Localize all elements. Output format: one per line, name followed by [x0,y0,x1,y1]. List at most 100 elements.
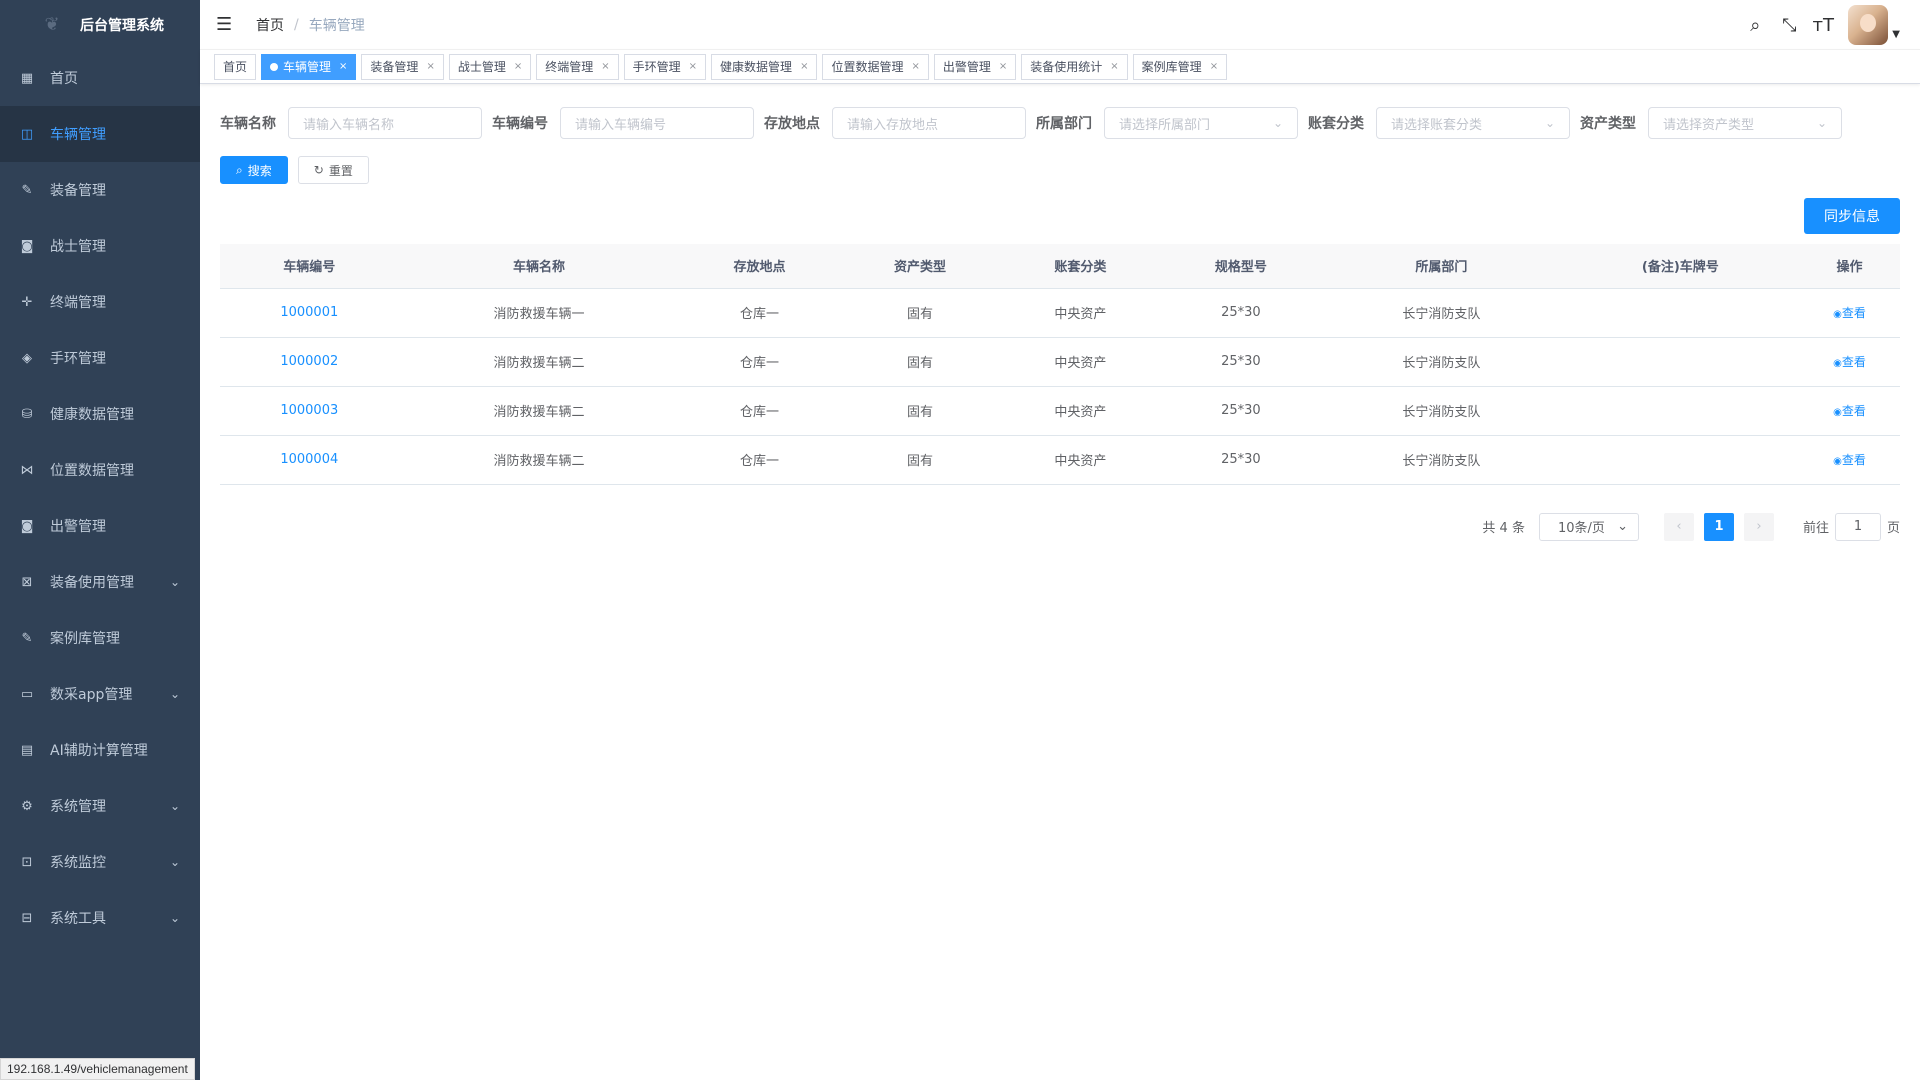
breadcrumb-home[interactable]: 首页 [256,15,284,35]
sidebar-item[interactable]: ⚙ 系统管理 ⌄ [0,778,200,834]
tab-label: 位置数据管理 [831,59,904,74]
sidebar-item[interactable]: ✎ 案例库管理 [0,610,200,666]
page-size-value: 10条/页 [1557,521,1605,536]
sidebar-item-label: 首页 [50,71,78,87]
sidebar-item[interactable]: ◫ 车辆管理 [0,106,200,162]
tab-item[interactable]: 健康数据管理 × [711,53,818,80]
sidebar-item[interactable]: ✎ 装备管理 [0,162,200,218]
sidebar-item[interactable]: ◙ 战士管理 [0,218,200,274]
table-row: 1000003 消防救援车辆二 仓库一 固有 中央资产 25*30 长宁消防支队 ◉查看 [220,386,1900,436]
form-label: 资产类型 [1580,116,1636,132]
navbar: ☰ 首页 / 车辆管理 ⌕ ⤡ ᴛT ▼ [200,0,1920,50]
tab-item[interactable]: 手环管理 × [623,53,707,80]
sidebar-item[interactable]: ▤ AI辅助计算管理 [0,722,200,778]
reset-button[interactable]: ↻ 重置 [297,156,369,184]
form-item: 车辆编号 请输入车辆编号 [492,107,754,139]
select-field[interactable]: 请选择资产类型 ⌄ [1648,107,1842,139]
close-icon[interactable]: × [339,55,347,79]
search-button-label: 搜索 [247,163,272,178]
input-placeholder: 请输入车辆编号 [575,117,667,133]
sidebar-item-label: 数采app管理 [50,687,133,703]
page-number-1[interactable]: 1 [1703,512,1734,541]
vehicle-id-link[interactable]: 1000003 [220,386,399,436]
caret-down-icon[interactable]: ▼ [1892,29,1900,40]
text-input[interactable]: 请输入车辆名称 [288,107,482,139]
view-button[interactable]: ◉查看 [1833,453,1866,467]
tab-item[interactable]: 首页 [214,53,257,80]
sidebar-item[interactable]: ▭ 数采app管理 ⌄ [0,666,200,722]
tab-item[interactable]: 出警管理 × [933,53,1017,80]
table-body: 1000001 消防救援车辆一 仓库一 固有 中央资产 25*30 长宁消防支队 ◉查看 100… [220,288,1900,485]
fullscreen-exit-icon[interactable]: ⤡ [1778,15,1800,36]
sidebar: ❦ 后台管理系统 ▦ 首页 ◫ 车辆管理 ✎ 装备管理 ◙ 战士管理 ✛ 终端管理 ◈ 手环管理 ⛁ 健康… [0,0,200,1080]
avatar[interactable] [1848,5,1889,45]
close-icon[interactable]: × [1210,55,1218,79]
tab-item[interactable]: 装备使用统计 × [1021,53,1128,80]
tab-item[interactable]: 终端管理 × [536,53,619,80]
close-icon[interactable]: × [514,55,522,79]
breadcrumb-separator: / [294,16,299,33]
text-input[interactable]: 请输入车辆编号 [560,107,754,139]
column-header: 操作 [1798,244,1900,289]
soldier-icon: ◙ [20,238,34,254]
sidebar-item[interactable]: ◙ 出警管理 [0,498,200,554]
table-cell: 长宁消防支队 [1321,386,1562,436]
page-unit-label: 页 [1886,521,1900,536]
close-icon[interactable]: × [999,55,1007,79]
close-icon[interactable]: × [800,55,808,79]
close-icon[interactable]: × [689,55,697,79]
sidebar-item[interactable]: ⋈ 位置数据管理 [0,442,200,498]
tab-item[interactable]: 战士管理 × [448,53,532,80]
close-icon[interactable]: × [601,55,609,79]
sidebar-item[interactable]: ◈ 手环管理 [0,330,200,386]
sidebar-item[interactable]: ▦ 首页 [0,50,200,106]
font-size-icon[interactable]: ᴛT [1812,15,1834,36]
select-field[interactable]: 请选择账套分类 ⌄ [1376,107,1570,139]
goto-page-input[interactable]: 1 [1834,512,1881,541]
sidebar-item[interactable]: ⛁ 健康数据管理 [0,386,200,442]
vehicle-id-link[interactable]: 1000001 [220,288,399,338]
sync-info-button[interactable]: 同步信息 [1804,198,1900,234]
sidebar-item[interactable]: ✛ 终端管理 [0,274,200,330]
page-size-select[interactable]: 10条/页 ⌄ [1538,512,1639,541]
view-button[interactable]: ◉查看 [1833,404,1866,418]
vehicle-id-link[interactable]: 1000002 [220,337,399,387]
vehicle-id-link[interactable]: 1000004 [220,435,399,485]
sidebar-item-label: AI辅助计算管理 [50,743,148,759]
sidebar-item-label: 系统监控 [50,855,106,871]
tab-label: 健康数据管理 [720,59,793,74]
search-button[interactable]: ⌕ 搜索 [220,156,288,184]
actions-cell: ◉查看 [1798,386,1900,436]
hamburger-icon[interactable]: ☰ [216,14,234,35]
actions-cell: ◉查看 [1798,288,1900,338]
view-button[interactable]: ◉查看 [1833,306,1866,320]
chevron-down-icon: ⌄ [169,911,180,925]
sidebar-item[interactable]: ⊠ 装备使用管理 ⌄ [0,554,200,610]
table-cell: 25*30 [1160,435,1322,485]
tab-item[interactable]: 案例库管理 × [1132,53,1228,80]
close-icon[interactable]: × [911,55,919,79]
tab-label: 手环管理 [632,59,681,74]
next-page-button[interactable]: › [1743,512,1774,541]
sidebar-item-label: 系统工具 [50,911,106,927]
sidebar-item[interactable]: ⊡ 系统监控 ⌄ [0,834,200,890]
sidebar-item[interactable]: ⊟ 系统工具 ⌄ [0,890,200,946]
select-field[interactable]: 请选择所属部门 ⌄ [1104,107,1298,139]
vehicle-table: 车辆编号 车辆名称 存放地点 资产类型 账套分类 规格型号 所属部门 (备注)车牌号 操作 10… [220,244,1900,485]
search-icon[interactable]: ⌕ [1744,15,1766,36]
prev-page-button[interactable]: ‹ [1663,512,1694,541]
main-area: ☰ 首页 / 车辆管理 ⌕ ⤡ ᴛT ▼ 首页 车辆管理 × 装备管理 × 战士管理 × 终端… [200,0,1920,1080]
view-button[interactable]: ◉查看 [1833,355,1866,369]
tab-active[interactable]: 车辆管理 × [261,53,357,80]
sidebar-item-label: 装备使用管理 [50,575,134,591]
tab-item[interactable]: 位置数据管理 × [822,53,929,80]
sidebar-item-label: 位置数据管理 [50,463,134,479]
tab-item[interactable]: 装备管理 × [361,53,444,80]
text-input[interactable]: 请输入存放地点 [832,107,1026,139]
view-label: 查看 [1841,404,1866,418]
table-cell: 25*30 [1160,337,1322,387]
sidebar-logo[interactable]: ❦ 后台管理系统 [0,0,200,50]
close-icon[interactable]: × [426,55,434,79]
close-icon[interactable]: × [1110,55,1118,79]
tab-label: 出警管理 [942,59,991,74]
